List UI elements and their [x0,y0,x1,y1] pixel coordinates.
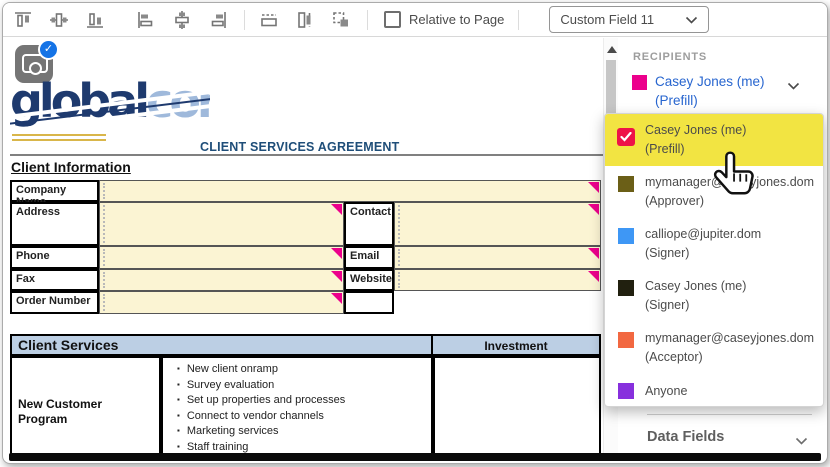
document-canvas: ✓ globalcorp CLIENT SERVICES AGREEMENT C… [10,38,603,454]
field-order-number[interactable] [99,291,344,314]
match-size-icon[interactable] [331,10,351,30]
document-title: CLIENT SERVICES AGREEMENT [200,140,399,154]
match-height-icon[interactable] [295,10,315,30]
dropdown-item-3[interactable]: calliope@jupiter.dom(Signer) [605,218,823,270]
recipient-label: Casey Jones (me)(Signer) [645,277,746,315]
dropdown-item-6[interactable]: Anyone [605,374,823,407]
logo-gold-rule [12,139,106,141]
chevron-down-icon [685,12,698,27]
checkmark-badge-icon: ✓ [38,39,59,60]
investment-column-header: Investment [433,334,601,356]
label-phone: Phone [10,246,99,269]
field-corner-marker-icon [331,271,342,282]
selected-recipient-swatch [632,75,647,90]
toolbar-separator [367,10,368,30]
section-divider [647,414,812,415]
align-right-icon[interactable] [208,10,228,30]
dropdown-item-5[interactable]: mymanager@caseyjones.dom(Acceptor) [605,322,823,374]
field-corner-marker-icon [331,248,342,259]
dropdown-item-4[interactable]: Casey Jones (me)(Signer) [605,270,823,322]
field-company-name[interactable] [99,180,601,202]
field-corner-marker-icon [588,271,599,282]
align-horizontal-center-icon[interactable] [172,10,192,30]
dropdown-item-1[interactable]: Casey Jones (me)(Prefill) [605,114,823,166]
field-corner-marker-icon [331,293,342,304]
toolbar-separator [244,10,245,30]
data-fields-label: Data Fields [647,429,724,445]
services-bullet-list: New client onrampSurvey evaluationSet up… [163,362,431,454]
field-website[interactable] [394,269,601,291]
selected-recipient-name: Casey Jones (me)(Prefill) [655,72,765,110]
align-left-icon[interactable] [136,10,156,30]
service-bullet-item: Connect to vendor channels [177,409,431,425]
label-email: Email [344,246,394,269]
field-fax[interactable] [99,269,344,291]
field-contact[interactable] [394,202,601,246]
scroll-up-arrow-icon[interactable] [607,46,617,53]
label-website: Website [344,269,394,291]
field-phone[interactable] [99,246,344,269]
label-contact: Contact [344,202,394,246]
recipient-dropdown: Casey Jones (me)(Prefill) mymanager@casey… [604,113,824,407]
dropdown-item-2[interactable]: mymanager@caseyjones.dom(Approver) [605,166,823,218]
checked-checkbox-icon[interactable] [617,128,635,146]
window-bottom-edge [9,453,821,461]
globalcorp-logo: globalcorp [10,66,210,146]
field-type-value: Custom Field 11 [560,12,654,27]
field-corner-marker-icon [588,248,599,259]
recipient-label: calliope@jupiter.dom(Signer) [645,225,761,263]
recipient-label: mymanager@caseyjones.dom(Approver) [645,173,814,211]
data-fields-section-toggle[interactable]: Data Fields [647,424,812,450]
empty-cell [344,291,394,314]
recipient-color-swatch [618,383,634,399]
service-bullet-item: Staff training [177,440,431,454]
service-bullet-item: Marketing services [177,424,431,440]
field-address[interactable] [99,202,344,246]
field-corner-marker-icon [588,204,599,215]
selected-recipient-row[interactable]: Casey Jones (me)(Prefill) [631,71,816,113]
header-divider [10,154,603,156]
align-vertical-center-icon[interactable] [49,10,69,30]
label-company-name: Company Name [10,180,99,202]
recipient-color-swatch [618,280,634,296]
recipient-color-swatch [618,228,634,244]
recipient-label: Anyone [645,382,687,401]
services-row-label: New Customer Program [10,356,161,454]
services-bullet-cell: New client onrampSurvey evaluationSet up… [161,356,433,454]
service-bullet-item: New client onramp [177,362,431,378]
service-bullet-item: Set up properties and processes [177,393,431,409]
field-corner-marker-icon [331,204,342,215]
label-address: Address [10,202,99,246]
logo-gold-rule [12,134,106,136]
recipient-color-swatch [618,176,634,192]
label-fax: Fax [10,269,99,291]
label-order-number: Order Number [10,291,99,314]
relative-to-page-checkbox[interactable]: Relative to Page [384,11,504,28]
field-email[interactable] [394,246,601,269]
align-top-icon[interactable] [13,10,33,30]
recipient-color-swatch [618,332,634,348]
recipient-label: mymanager@caseyjones.dom(Acceptor) [645,329,814,367]
chevron-down-icon[interactable] [787,77,800,95]
app-window: Relative to Page Custom Field 11 ✓ globa… [2,2,828,464]
align-bottom-icon[interactable] [85,10,105,30]
field-corner-marker-icon [588,182,599,193]
recipients-section-header: RECIPIENTS [633,51,707,63]
checkbox-label: Relative to Page [409,12,504,27]
services-table-header: Client Services [10,334,433,356]
match-width-icon[interactable] [259,10,279,30]
investment-cell [433,356,601,454]
client-information-heading: Client Information [11,159,131,175]
field-alignment-toolbar: Relative to Page Custom Field 11 [3,3,827,37]
toolbar-separator [518,10,519,30]
chevron-down-icon [795,432,808,450]
recipient-label: Casey Jones (me)(Prefill) [645,121,746,159]
field-type-select[interactable]: Custom Field 11 [549,6,709,33]
checkbox-box[interactable] [384,11,401,28]
service-bullet-item: Survey evaluation [177,378,431,394]
